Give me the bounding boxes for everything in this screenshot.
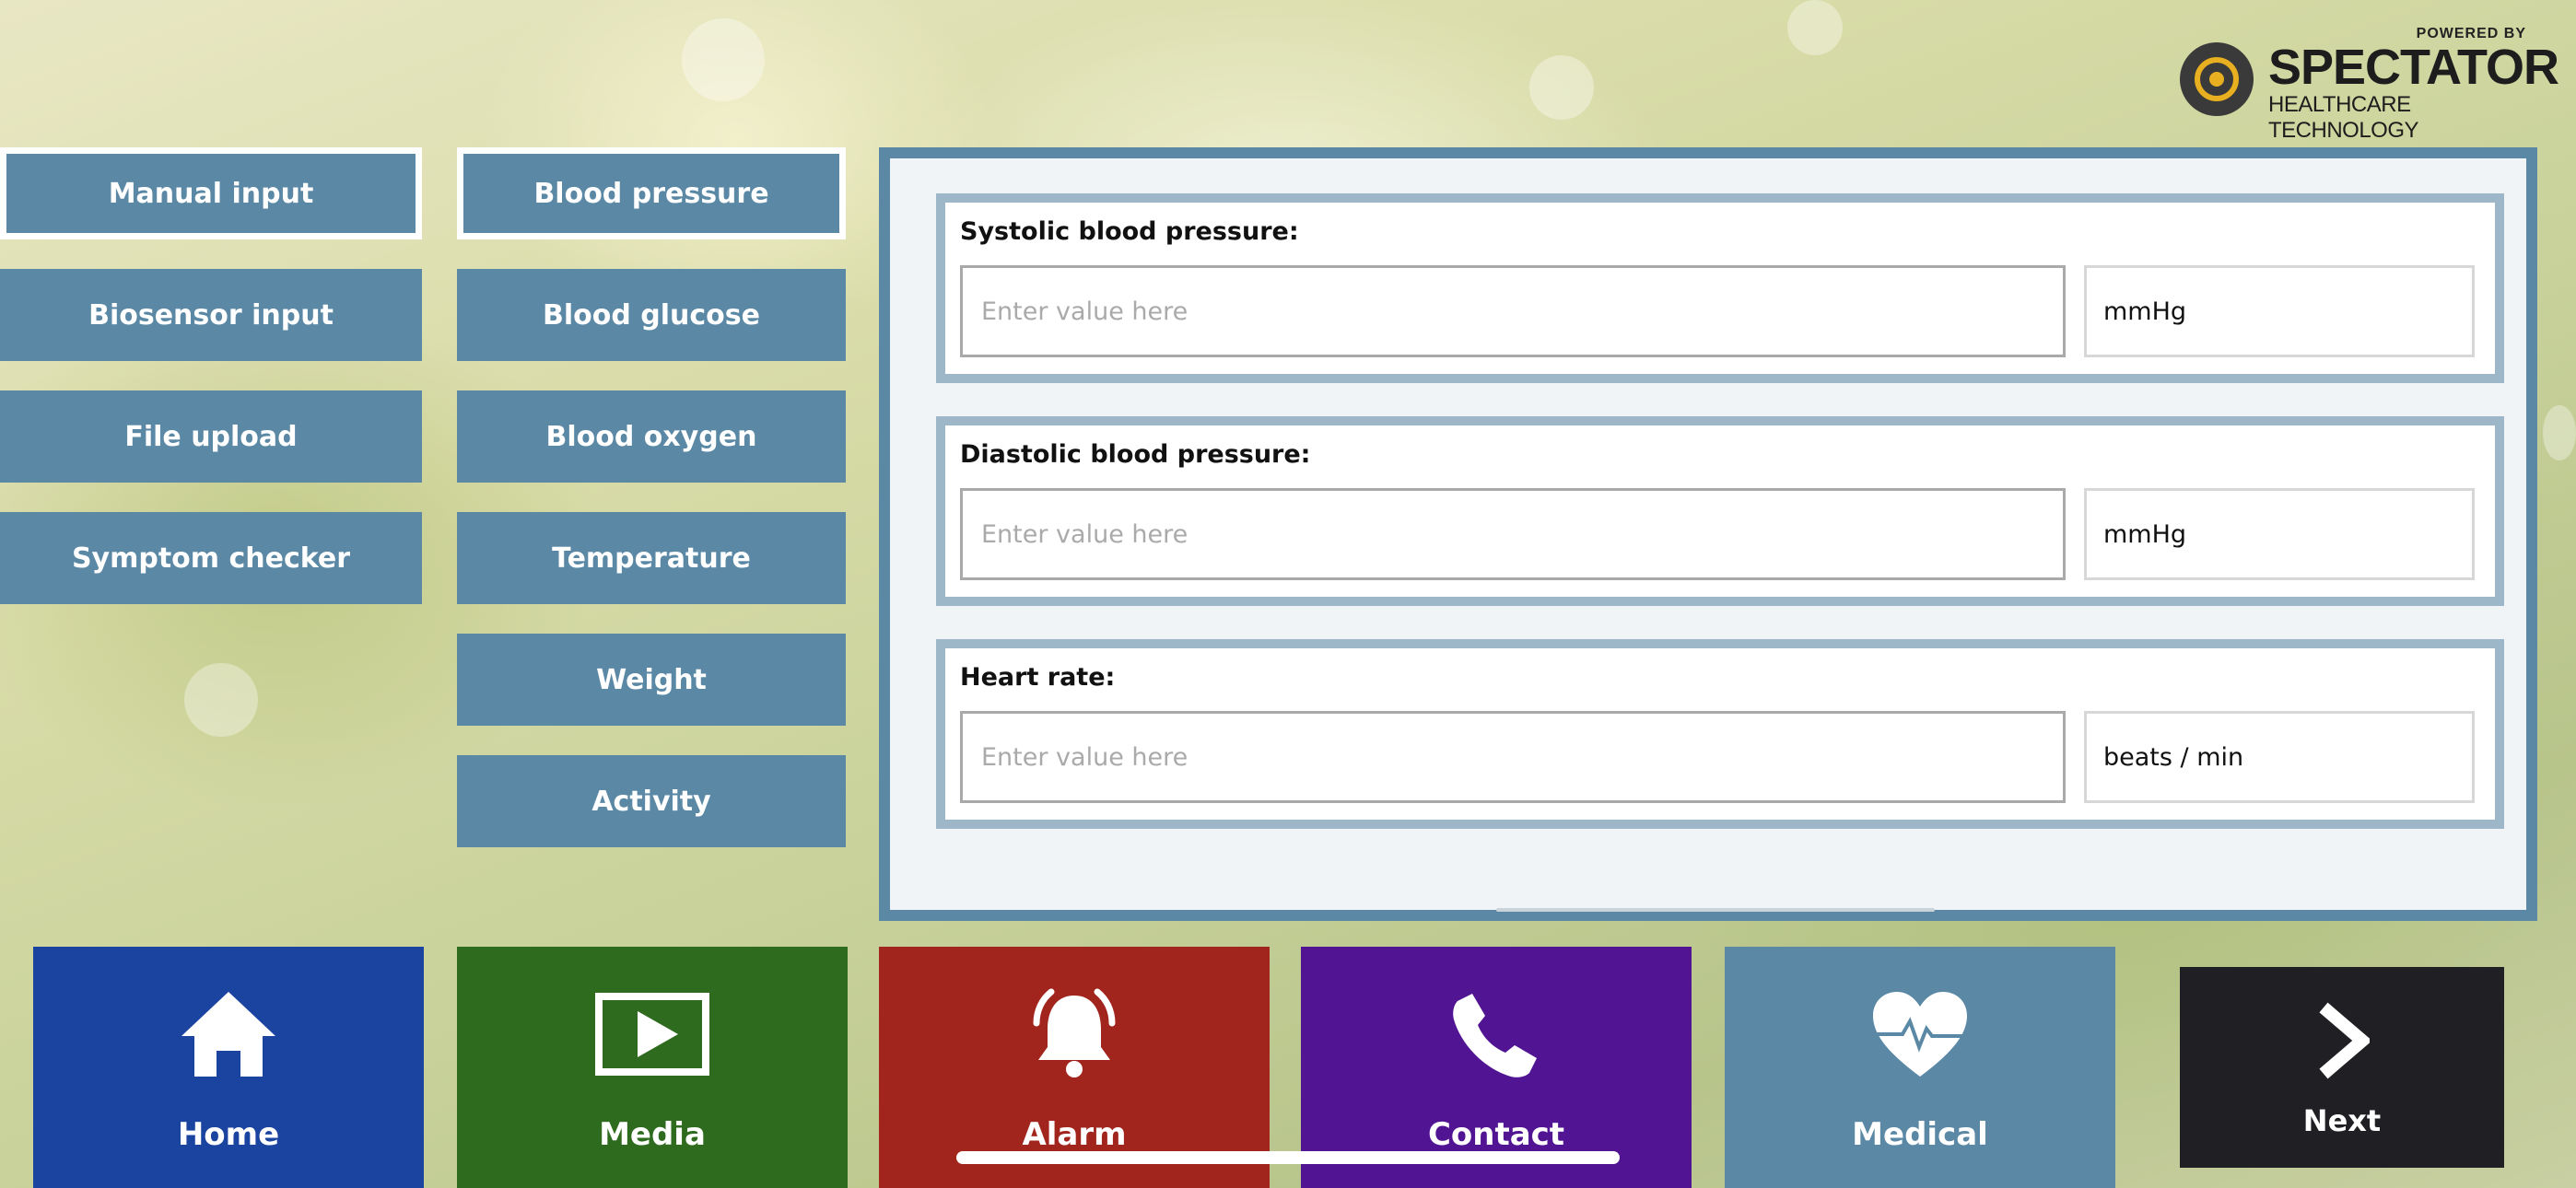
bell-icon [1014, 984, 1134, 1085]
home-icon [169, 984, 288, 1085]
brand-tagline: HEALTHCARE TECHNOLOGY [2268, 92, 2419, 143]
input-method-label: Manual input [108, 177, 314, 210]
home-tile[interactable]: Home [33, 947, 424, 1188]
chevron-right-icon [2305, 995, 2379, 1087]
background-bokeh [2543, 405, 2576, 460]
diastolic-unit: mmHg [2084, 488, 2475, 580]
background-bokeh [184, 663, 258, 737]
measurement-label: Activity [591, 785, 711, 818]
input-method-label: File upload [124, 420, 298, 453]
home-indicator-bar[interactable] [956, 1151, 1620, 1164]
input-method-file-upload-button[interactable]: File upload [0, 390, 422, 483]
heart-pulse-icon [1860, 984, 1980, 1085]
measurement-label: Blood pressure [533, 177, 769, 210]
measurement-weight-button[interactable]: Weight [457, 634, 846, 726]
spectator-logo: POWERED BY SPECTATOR HEALTHCARE TECHNOLO… [2180, 26, 2559, 143]
medical-tile[interactable]: Medical [1725, 947, 2115, 1188]
background-bokeh [1787, 0, 1843, 55]
input-method-symptom-checker-button[interactable]: Symptom checker [0, 512, 422, 604]
systolic-field-group: Systolic blood pressure: mmHg [936, 193, 2504, 383]
background-bokeh [682, 18, 765, 101]
brand-name: SPECTATOR [2268, 40, 2559, 95]
systolic-label: Systolic blood pressure: [960, 217, 1299, 246]
contact-label: Contact [1427, 1116, 1565, 1153]
measurement-label: Temperature [552, 542, 751, 575]
input-method-biosensor-button[interactable]: Biosensor input [0, 269, 422, 361]
measurement-label: Blood glucose [542, 298, 760, 332]
diastolic-input[interactable] [960, 488, 2066, 580]
alarm-label: Alarm [1022, 1116, 1127, 1153]
heart-rate-label: Heart rate: [960, 663, 1116, 692]
spectator-logo-icon [2180, 42, 2254, 116]
measurement-form-panel: Systolic blood pressure: mmHg Diastolic … [879, 147, 2537, 921]
medical-label: Medical [1852, 1116, 1988, 1153]
measurement-label: Blood oxygen [545, 420, 757, 453]
home-label: Home [177, 1116, 280, 1153]
measurement-blood-pressure-button[interactable]: Blood pressure [457, 147, 846, 239]
measurement-temperature-button[interactable]: Temperature [457, 512, 846, 604]
media-tile[interactable]: Media [457, 947, 848, 1188]
media-label: Media [599, 1116, 706, 1153]
phone-icon [1436, 984, 1556, 1085]
diastolic-label: Diastolic blood pressure: [960, 440, 1311, 469]
measurement-label: Weight [596, 663, 707, 696]
input-method-manual-button[interactable]: Manual input [0, 147, 422, 239]
measurement-blood-oxygen-button[interactable]: Blood oxygen [457, 390, 846, 483]
play-icon [592, 984, 712, 1085]
diastolic-field-group: Diastolic blood pressure: mmHg [936, 416, 2504, 606]
heart-rate-input[interactable] [960, 711, 2066, 803]
measurement-activity-button[interactable]: Activity [457, 755, 846, 847]
heart-rate-unit: beats / min [2084, 711, 2475, 803]
next-label: Next [2302, 1103, 2382, 1138]
systolic-input[interactable] [960, 265, 2066, 357]
panel-scrollbar[interactable] [1496, 908, 1935, 912]
measurement-blood-glucose-button[interactable]: Blood glucose [457, 269, 846, 361]
heart-rate-field-group: Heart rate: beats / min [936, 639, 2504, 829]
input-method-label: Symptom checker [71, 542, 351, 575]
next-button[interactable]: Next [2180, 967, 2504, 1168]
systolic-unit: mmHg [2084, 265, 2475, 357]
input-method-label: Biosensor input [88, 298, 334, 332]
background-bokeh [1529, 55, 1594, 120]
